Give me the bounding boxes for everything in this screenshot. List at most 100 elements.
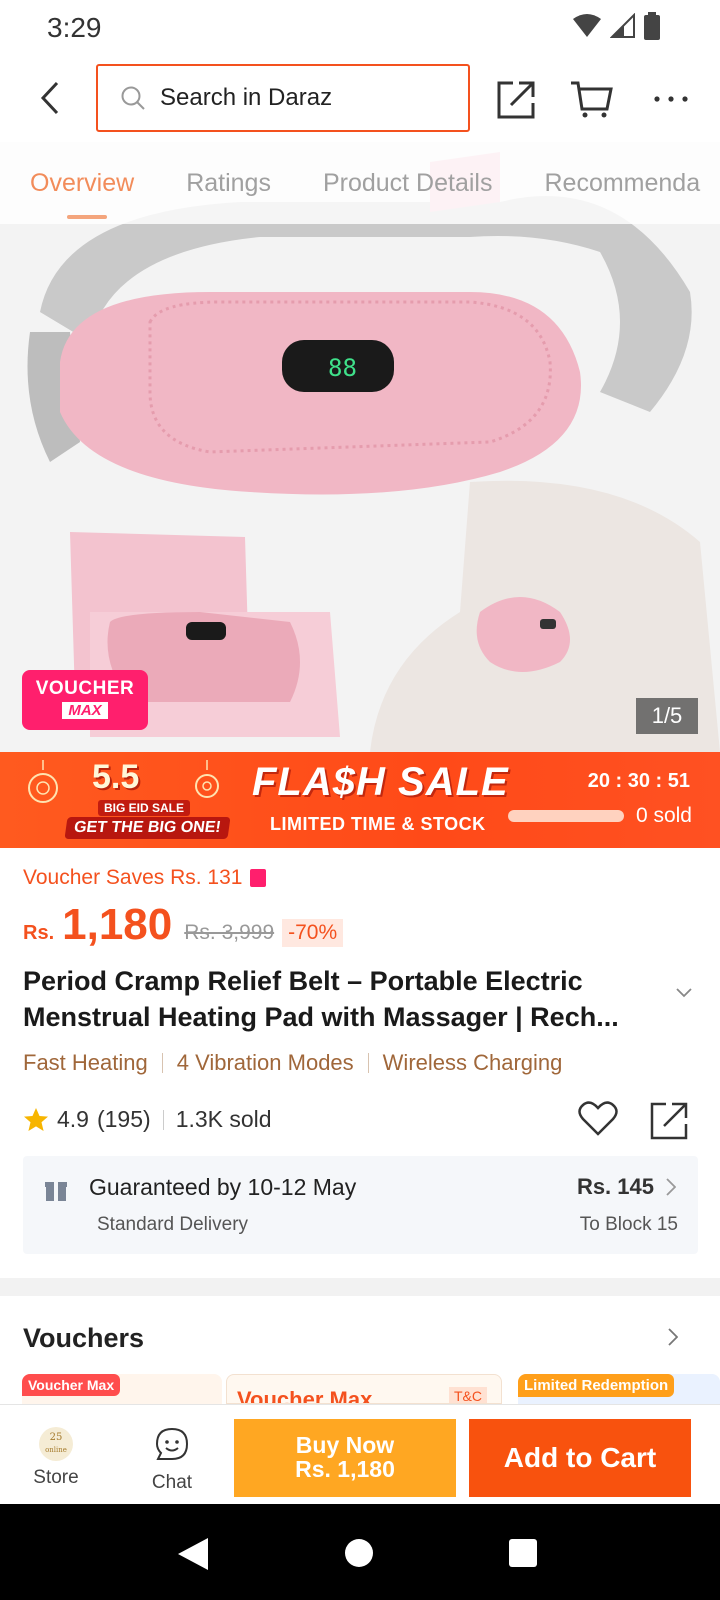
- status-bar: 3:29: [0, 0, 720, 56]
- feature-tag: 4 Vibration Modes: [176, 1050, 354, 1075]
- voucher-tc-link[interactable]: T&C: [449, 1387, 487, 1403]
- voucher-card[interactable]: Voucher Max T&C: [226, 1374, 502, 1404]
- store-icon-bottom: online: [45, 1446, 67, 1454]
- feature-separator: [367, 1053, 369, 1073]
- svg-text:88: 88: [328, 354, 357, 382]
- voucher-saves-text: Voucher Saves Rs. 131: [23, 866, 243, 889]
- voucher-card[interactable]: Voucher Max: [22, 1374, 222, 1404]
- tab-recommendations[interactable]: Recommenda: [544, 169, 700, 198]
- product-title: Period Cramp Relief Belt – Portable Elec…: [23, 966, 619, 1032]
- store-button[interactable]: 25 online Store: [28, 1427, 84, 1489]
- chat-label: Chat: [151, 1472, 193, 1493]
- promo-line1: BIG EID SALE: [98, 800, 191, 816]
- delivery-info-card[interactable]: Guaranteed by 10-12 May Standard Deliver…: [23, 1156, 698, 1254]
- product-image: 88: [0, 142, 720, 752]
- image-counter: 1/5: [636, 698, 698, 734]
- sold-count: 0 sold: [635, 804, 692, 827]
- section-tabs: Overview Ratings Product Details Recomme…: [0, 142, 720, 224]
- expand-title-chevron-icon[interactable]: [676, 988, 692, 998]
- wishlist-heart-icon[interactable]: [578, 1100, 618, 1136]
- star-icon: [24, 1107, 48, 1131]
- back-arrow-icon: [40, 81, 59, 115]
- more-button[interactable]: [648, 76, 694, 122]
- current-price: 1,180: [62, 900, 173, 949]
- lantern-icon: [195, 760, 219, 798]
- wifi-icon: [573, 14, 601, 37]
- tab-overview[interactable]: Overview: [30, 169, 134, 198]
- discount-badge: -70%: [282, 919, 344, 947]
- active-tab-indicator: [67, 215, 107, 219]
- buy-now-label: Buy Now: [295, 1432, 395, 1458]
- flash-sale-subtitle: LIMITED TIME & STOCK: [270, 814, 486, 834]
- chat-button[interactable]: Chat: [144, 1427, 200, 1494]
- price-row: Rs. 1,180 Rs. 3,999 -70%: [23, 900, 344, 950]
- tab-ratings[interactable]: Ratings: [186, 169, 271, 198]
- share-icon: [497, 81, 535, 119]
- voucher-saves-row[interactable]: Voucher Saves Rs. 131: [23, 866, 267, 890]
- store-icon-top: 25: [49, 1432, 63, 1443]
- battery-icon: [644, 12, 660, 40]
- delivery-price: Rs. 145: [576, 1174, 654, 1199]
- delivery-type: Standard Delivery: [97, 1214, 249, 1235]
- search-input[interactable]: Search in Daraz: [96, 64, 470, 132]
- section-divider: [0, 1278, 720, 1296]
- voucher-card[interactable]: Limited Redemption: [518, 1374, 720, 1404]
- sold-progress-track: [508, 810, 624, 822]
- nav-home-icon[interactable]: [344, 1538, 374, 1568]
- product-image-gallery[interactable]: 88: [0, 142, 720, 752]
- delivery-box-icon: [45, 1182, 67, 1201]
- cart-icon: [571, 81, 613, 118]
- search-icon: [121, 86, 145, 110]
- rating-separator: [162, 1109, 164, 1130]
- feature-tag: Fast Heating: [23, 1050, 148, 1075]
- rating-row[interactable]: 4.9 (195) 1.3K sold: [23, 1106, 272, 1133]
- buy-now-price: Rs. 1,180: [295, 1456, 395, 1482]
- voucher-badge-line1: VOUCHER: [35, 678, 135, 699]
- sold-total: 1.3K sold: [175, 1106, 272, 1132]
- lantern-icon: [28, 760, 58, 803]
- countdown-timer: 20 : 30 : 51: [587, 770, 690, 792]
- status-icons: [572, 12, 660, 40]
- share-button[interactable]: [494, 76, 540, 122]
- store-icon: 25 online: [39, 1427, 73, 1461]
- top-header: Search in Daraz: [0, 56, 720, 142]
- delivery-destination: To Block 15: [579, 1214, 678, 1235]
- voucher-ticket-icon: [250, 869, 267, 887]
- promo-number: 5.5: [92, 758, 140, 796]
- signal-icon: [610, 13, 635, 38]
- feature-separator: [161, 1053, 163, 1073]
- nav-back-icon[interactable]: [176, 1536, 210, 1572]
- voucher-card-title: Voucher Max: [237, 1387, 373, 1404]
- voucher-tag: Voucher Max: [22, 1374, 121, 1396]
- price-currency: Rs.: [23, 922, 55, 944]
- cart-button[interactable]: [568, 76, 614, 122]
- more-icon: [654, 96, 688, 102]
- chevron-right-icon: [666, 1178, 676, 1196]
- vouchers-heading: Vouchers: [23, 1323, 145, 1353]
- original-price: Rs. 3,999: [184, 921, 275, 944]
- flash-sale-banner[interactable]: 5.5 BIG EID SALE GET THE BIG ONE! FLA$H …: [0, 752, 720, 848]
- chat-icon: [155, 1427, 189, 1460]
- search-placeholder: Search in Daraz: [160, 84, 333, 111]
- feature-tags: Fast Heating 4 Vibration Modes Wireless …: [23, 1050, 562, 1076]
- tab-product-details[interactable]: Product Details: [323, 169, 493, 198]
- add-to-cart-button[interactable]: Add to Cart: [469, 1419, 691, 1497]
- rating-score: 4.9: [57, 1106, 89, 1132]
- store-label: Store: [33, 1467, 79, 1488]
- status-time: 3:29: [47, 12, 102, 43]
- feature-tag: Wireless Charging: [382, 1050, 563, 1075]
- system-navigation-bar: [0, 1504, 720, 1600]
- back-button[interactable]: [30, 78, 70, 118]
- vouchers-chevron-right-icon[interactable]: [668, 1328, 678, 1346]
- buy-now-button[interactable]: Buy Now Rs. 1,180: [234, 1419, 456, 1497]
- rating-count: (195): [96, 1106, 151, 1132]
- voucher-tag: Limited Redemption: [518, 1374, 675, 1397]
- delivery-guarantee: Guaranteed by 10-12 May: [89, 1174, 357, 1200]
- voucher-max-badge: VOUCHER MAX: [22, 670, 148, 730]
- share-product-icon[interactable]: [650, 1100, 690, 1140]
- nav-recents-icon[interactable]: [508, 1538, 538, 1568]
- flash-sale-title: FLA$H SALE: [252, 760, 509, 804]
- promo-line2: GET THE BIG ONE!: [64, 817, 231, 839]
- voucher-badge-line2: MAX: [62, 702, 108, 719]
- bottom-action-bar: 25 online Store Chat Buy Now Rs. 1,180 A…: [0, 1404, 720, 1504]
